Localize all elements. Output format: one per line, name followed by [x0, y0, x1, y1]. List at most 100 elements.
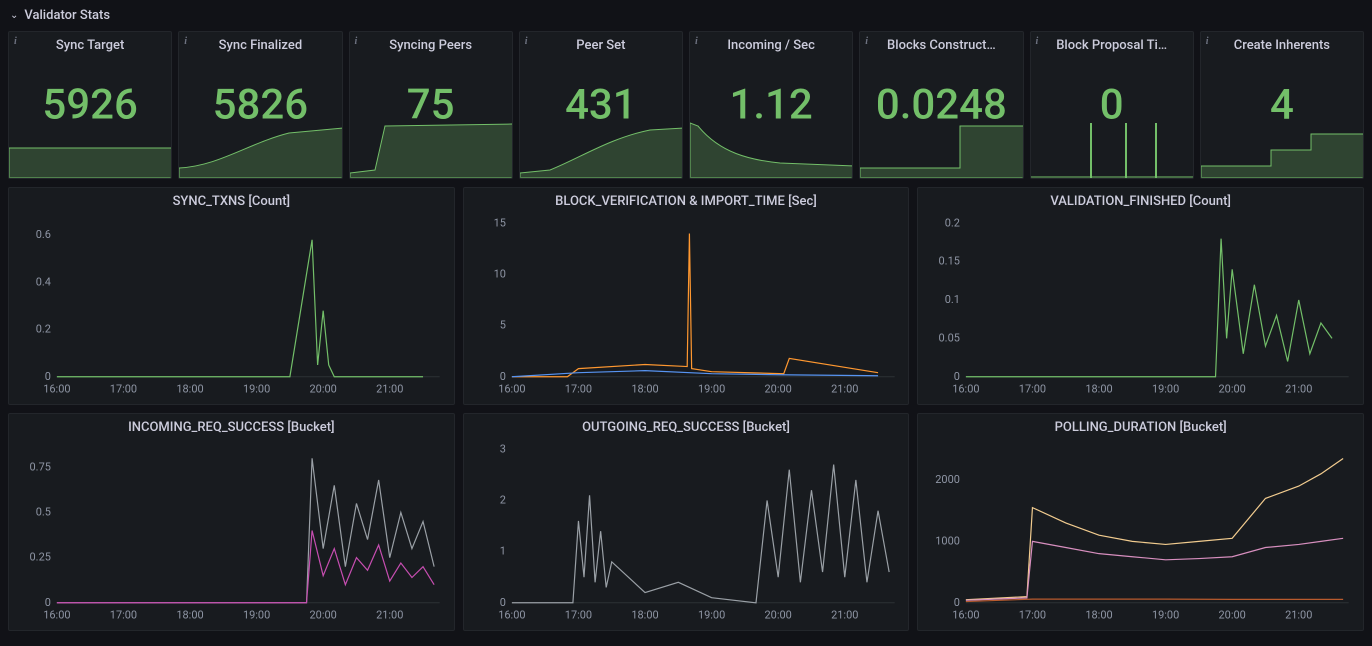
- svg-text:3: 3: [499, 442, 505, 455]
- svg-text:0: 0: [499, 596, 505, 609]
- svg-text:0.75: 0.75: [30, 460, 51, 473]
- svg-text:18:00: 18:00: [1086, 609, 1113, 622]
- svg-text:20:00: 20:00: [310, 609, 337, 622]
- svg-text:16:00: 16:00: [953, 383, 980, 396]
- svg-text:17:00: 17:00: [564, 383, 591, 396]
- svg-text:19:00: 19:00: [698, 383, 725, 396]
- chart-title: BLOCK_VERIFICATION & IMPORT_TIME [Sec]: [464, 188, 909, 211]
- chart-plot: 00.250.50.7516:0017:0018:0019:0020:0021:…: [17, 442, 446, 624]
- stat-value: 431: [565, 81, 637, 130]
- chart-plot: 0 1000 2000 16:00 17:00 18:00 19:00 20:00 21:00: [926, 442, 1355, 624]
- svg-text:0: 0: [45, 596, 51, 609]
- info-icon[interactable]: i: [184, 36, 195, 47]
- chart-panel-incoming-req[interactable]: INCOMING_REQ_SUCCESS [Bucket] 00.250.50.…: [8, 413, 455, 631]
- svg-text:0.4: 0.4: [36, 275, 51, 288]
- chart-panel-valid-finished[interactable]: VALIDATION_FINISHED [Count] 00.050.10.15…: [917, 187, 1364, 405]
- chart-title: POLLING_DURATION [Bucket]: [918, 414, 1363, 437]
- svg-text:2000: 2000: [936, 473, 961, 486]
- chart-plot: 00.050.10.150.216:0017:0018:0019:0020:00…: [926, 216, 1355, 398]
- svg-text:19:00: 19:00: [243, 383, 270, 396]
- svg-text:0.2: 0.2: [36, 323, 51, 336]
- stat-title: Sync Finalized: [179, 32, 341, 55]
- svg-text:17:00: 17:00: [110, 383, 137, 396]
- svg-text:21:00: 21:00: [1285, 383, 1312, 396]
- chart-panel-outgoing-req[interactable]: OUTGOING_REQ_SUCCESS [Bucket] 012316:001…: [463, 413, 910, 631]
- svg-text:18:00: 18:00: [176, 609, 203, 622]
- stat-title: Blocks Construct…: [860, 32, 1022, 55]
- svg-text:1: 1: [499, 545, 505, 558]
- chart-title: VALIDATION_FINISHED [Count]: [918, 188, 1363, 211]
- svg-text:21:00: 21:00: [376, 609, 403, 622]
- svg-text:5: 5: [499, 319, 505, 332]
- stat-panel-incoming-sec[interactable]: i Incoming / Sec 1.12: [689, 31, 853, 179]
- info-icon[interactable]: i: [865, 36, 876, 47]
- svg-text:20:00: 20:00: [1219, 609, 1246, 622]
- info-icon[interactable]: i: [355, 36, 366, 47]
- svg-text:18:00: 18:00: [631, 383, 658, 396]
- svg-text:21:00: 21:00: [831, 609, 858, 622]
- svg-text:17:00: 17:00: [1019, 383, 1046, 396]
- svg-text:0.15: 0.15: [939, 255, 960, 268]
- section-header[interactable]: ⌄ Validator Stats: [4, 4, 1368, 31]
- info-icon[interactable]: i: [525, 36, 536, 47]
- svg-text:21:00: 21:00: [376, 383, 403, 396]
- chart-row: SYNC_TXNS [Count] 0 0.2 0.4 0.6 16:00 17:00 18…: [4, 187, 1368, 413]
- svg-text:21:00: 21:00: [831, 383, 858, 396]
- stat-value: 0.0248: [876, 81, 1007, 130]
- svg-text:0: 0: [499, 370, 505, 383]
- svg-text:16:00: 16:00: [43, 383, 70, 396]
- svg-text:0.6: 0.6: [36, 228, 51, 241]
- info-icon[interactable]: i: [695, 36, 706, 47]
- stat-panel-sync-finalized[interactable]: i Sync Finalized 5826: [178, 31, 342, 179]
- stat-title: Syncing Peers: [350, 32, 512, 55]
- chart-plot: 05101516:0017:0018:0019:0020:0021:00: [472, 216, 901, 398]
- svg-text:20:00: 20:00: [310, 383, 337, 396]
- svg-text:17:00: 17:00: [110, 609, 137, 622]
- svg-text:19:00: 19:00: [1152, 609, 1179, 622]
- svg-text:19:00: 19:00: [1152, 383, 1179, 396]
- stat-panel-blocks-constructed[interactable]: i Blocks Construct… 0.0248: [859, 31, 1023, 179]
- svg-text:1000: 1000: [936, 534, 961, 547]
- chart-title: INCOMING_REQ_SUCCESS [Bucket]: [9, 414, 454, 437]
- section-title: Validator Stats: [24, 8, 110, 23]
- chevron-down-icon: ⌄: [10, 10, 18, 21]
- svg-text:0: 0: [954, 596, 960, 609]
- svg-text:0: 0: [954, 370, 960, 383]
- chart-panel-block-verif[interactable]: BLOCK_VERIFICATION & IMPORT_TIME [Sec] 0…: [463, 187, 910, 405]
- stat-title: Block Proposal Ti…: [1031, 32, 1193, 55]
- svg-text:2: 2: [499, 493, 505, 506]
- chart-panel-sync-txns[interactable]: SYNC_TXNS [Count] 00.20.40.616:0017:0018…: [8, 187, 455, 405]
- info-icon[interactable]: i: [1206, 36, 1217, 47]
- svg-text:20:00: 20:00: [764, 383, 791, 396]
- info-icon[interactable]: i: [1036, 36, 1047, 47]
- svg-text:16:00: 16:00: [953, 609, 980, 622]
- svg-text:10: 10: [493, 267, 505, 280]
- svg-text:16:00: 16:00: [498, 609, 525, 622]
- chart-plot: 00.20.40.616:0017:0018:0019:0020:0021:00: [17, 216, 446, 398]
- stat-value: 0: [1100, 81, 1124, 130]
- stat-panel-sync-target[interactable]: i Sync Target 5926: [8, 31, 172, 179]
- stat-value: 5826: [213, 81, 308, 130]
- stat-value: 5926: [42, 81, 137, 130]
- stat-panel-create-inherents[interactable]: i Create Inherents 4: [1200, 31, 1364, 179]
- svg-text:0.2: 0.2: [945, 216, 960, 229]
- stat-value: 1.12: [729, 81, 812, 130]
- svg-text:21:00: 21:00: [1285, 609, 1312, 622]
- svg-text:0.05: 0.05: [939, 331, 960, 344]
- svg-text:0.5: 0.5: [36, 505, 51, 518]
- stat-title: Incoming / Sec: [690, 32, 852, 55]
- stat-panel-syncing-peers[interactable]: i Syncing Peers 75: [349, 31, 513, 179]
- svg-text:0: 0: [45, 370, 51, 383]
- svg-text:20:00: 20:00: [764, 609, 791, 622]
- svg-text:17:00: 17:00: [1019, 609, 1046, 622]
- stat-title: Sync Target: [9, 32, 171, 55]
- info-icon[interactable]: i: [14, 36, 25, 47]
- stat-panel-block-proposal[interactable]: i Block Proposal Ti… 0: [1030, 31, 1194, 179]
- stat-row: i Sync Target 5926 i Sync Finalized 5826…: [4, 31, 1368, 187]
- chart-row: INCOMING_REQ_SUCCESS [Bucket] 00.250.50.…: [4, 413, 1368, 639]
- chart-title: SYNC_TXNS [Count]: [9, 188, 454, 211]
- stat-panel-peer-set[interactable]: i Peer Set 431: [519, 31, 683, 179]
- svg-text:16:00: 16:00: [43, 609, 70, 622]
- chart-plot: 012316:0017:0018:0019:0020:0021:00: [472, 442, 901, 624]
- chart-panel-polling-dur[interactable]: POLLING_DURATION [Bucket] 0 1000 2000 16:00…: [917, 413, 1364, 631]
